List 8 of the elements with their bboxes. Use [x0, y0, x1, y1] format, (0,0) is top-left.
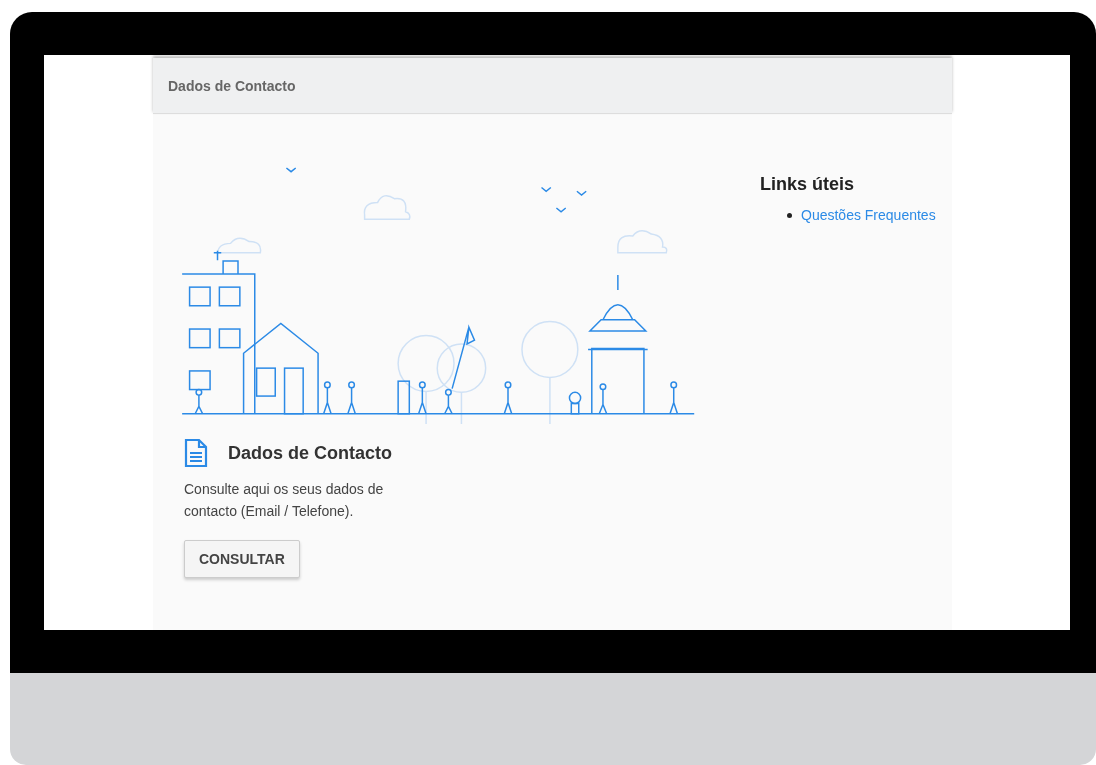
page-title: Dados de Contacto [168, 77, 296, 94]
links-heading: Links úteis [760, 174, 856, 195]
faq-link[interactable]: Questões Frequentes [801, 207, 936, 223]
bullet-icon [787, 212, 792, 218]
card-title: Dados de Contacto [228, 442, 392, 464]
consult-button[interactable]: CONSULTAR [184, 540, 300, 578]
document-icon [184, 438, 208, 468]
card-description: Consulte aqui os seus dados de contacto (Email / Telefone). [184, 480, 385, 521]
